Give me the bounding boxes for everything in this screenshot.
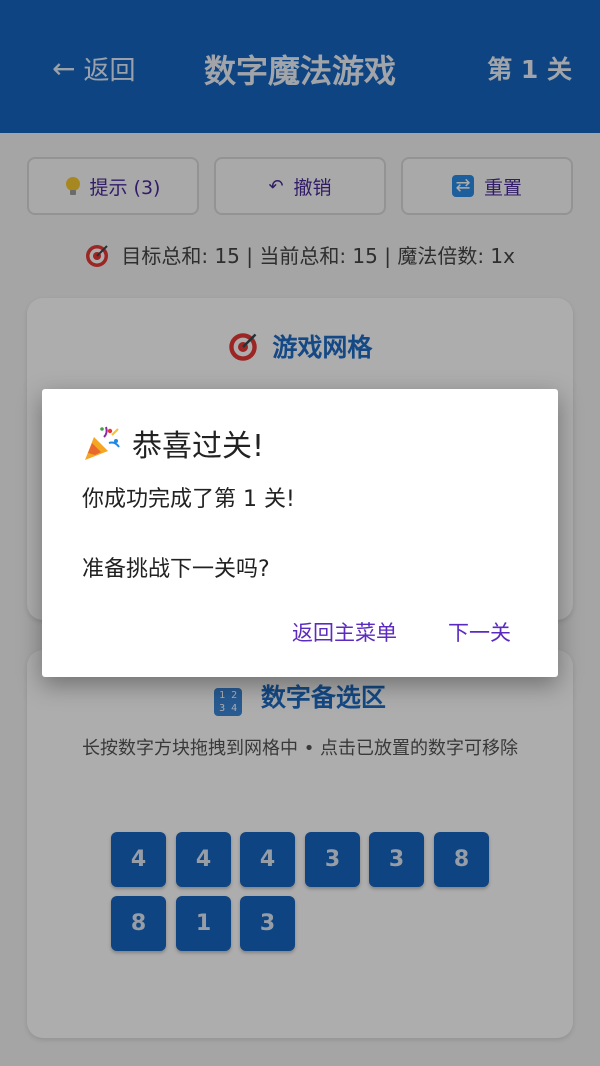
main-menu-button[interactable]: 返回主菜单 — [292, 617, 397, 647]
dialog-title: 恭喜过关! — [82, 421, 264, 465]
dialog-message: 你成功完成了第 1 关! — [82, 487, 295, 512]
dialog-prompt: 准备挑战下一关吗? — [82, 557, 270, 582]
party-popper-icon — [85, 426, 120, 460]
dialog-title-text: 恭喜过关! — [132, 429, 265, 464]
level-complete-dialog: 恭喜过关! 你成功完成了第 1 关! 准备挑战下一关吗? 返回主菜单 下一关 — [42, 389, 558, 677]
next-level-button[interactable]: 下一关 — [448, 617, 511, 647]
